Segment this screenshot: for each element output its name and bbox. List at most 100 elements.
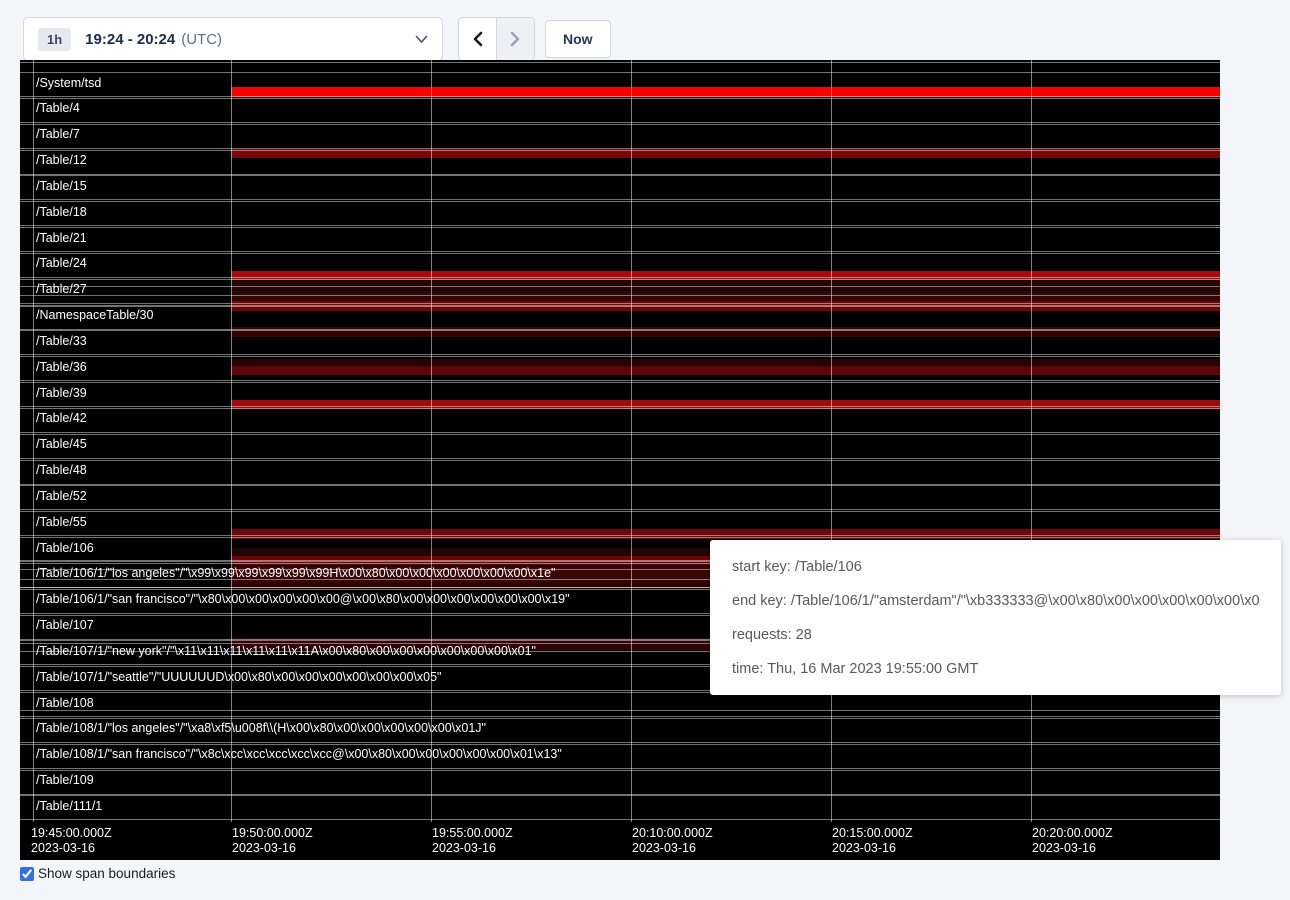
span-key-label: /Table/107 bbox=[36, 619, 94, 632]
span-boundary-line bbox=[20, 742, 1220, 743]
span-key-label: /Table/45 bbox=[36, 438, 87, 451]
span-key-label: /Table/33 bbox=[36, 335, 87, 348]
tooltip-end-key: end key: /Table/106/1/"amsterdam"/"\xb33… bbox=[732, 584, 1259, 618]
time-axis-tick: 19:50:00.000Z2023-03-16 bbox=[232, 826, 313, 856]
span-boundary-line bbox=[20, 279, 1220, 280]
span-boundary-line bbox=[20, 72, 1220, 73]
time-axis-tick: 20:15:00.000Z2023-03-16 bbox=[832, 826, 913, 856]
tick-time: 20:10:00.000Z bbox=[632, 826, 713, 841]
span-key-label: /System/tsd bbox=[36, 77, 101, 90]
span-key-label: /Table/106/1/"los angeles"/"\x99\x99\x99… bbox=[36, 567, 555, 580]
span-boundary-line bbox=[20, 710, 1220, 711]
span-key-label: /Table/24 bbox=[36, 257, 87, 270]
span-key-label: /Table/106 bbox=[36, 542, 94, 555]
key-visualizer-heatmap[interactable]: /System/tsd/Table/4/Table/7/Table/12/Tab… bbox=[20, 60, 1220, 860]
span-boundary-line bbox=[20, 201, 1220, 202]
time-range-label: 19:24 - 20:24 bbox=[85, 31, 175, 48]
time-column-boundary-line bbox=[1031, 60, 1032, 822]
show-span-boundaries-checkbox[interactable] bbox=[20, 867, 34, 881]
span-boundary-line bbox=[20, 356, 1220, 357]
span-key-label: /Table/4 bbox=[36, 102, 80, 115]
previous-window-button[interactable] bbox=[459, 18, 496, 60]
tick-date: 2023-03-16 bbox=[232, 841, 313, 856]
span-boundary-line bbox=[20, 62, 1220, 63]
time-axis-tick: 19:45:00.000Z2023-03-16 bbox=[31, 826, 112, 856]
show-span-boundaries-label: Show span boundaries bbox=[38, 866, 175, 881]
span-boundary-line bbox=[20, 537, 1220, 538]
span-boundary-line bbox=[20, 199, 1220, 200]
span-boundary-line bbox=[20, 485, 1220, 486]
span-key-label: /Table/18 bbox=[36, 206, 87, 219]
span-boundary-line bbox=[20, 795, 1220, 796]
span-boundary-line bbox=[20, 460, 1220, 461]
span-boundary-line bbox=[20, 511, 1220, 512]
tick-date: 2023-03-16 bbox=[1032, 841, 1113, 856]
span-key-label: /Table/108/1/"los angeles"/"\xa8\xf5\u00… bbox=[36, 722, 486, 735]
span-key-label: /Table/36 bbox=[36, 361, 87, 374]
tick-time: 20:15:00.000Z bbox=[832, 826, 913, 841]
span-boundary-line bbox=[20, 286, 1220, 287]
span-boundary-line bbox=[20, 253, 1220, 254]
tick-time: 19:55:00.000Z bbox=[432, 826, 513, 841]
heatmap-hot-band bbox=[231, 366, 1220, 375]
span-boundary-line bbox=[20, 98, 1220, 99]
span-key-label: /NamespaceTable/30 bbox=[36, 309, 153, 322]
time-range-duration-badge: 1h bbox=[38, 28, 71, 51]
time-range-dropdown[interactable]: 1h 19:24 - 20:24 (UTC) bbox=[23, 17, 443, 61]
span-boundary-line bbox=[20, 330, 1220, 331]
time-column-boundary-line bbox=[631, 60, 632, 822]
span-key-label: /Table/21 bbox=[36, 232, 87, 245]
tick-date: 2023-03-16 bbox=[432, 841, 513, 856]
tick-time: 19:45:00.000Z bbox=[31, 826, 112, 841]
span-key-label: /Table/7 bbox=[36, 128, 80, 141]
span-boundaries-control: Show span boundaries bbox=[20, 866, 175, 881]
time-column-boundary-line bbox=[431, 60, 432, 822]
span-boundary-line bbox=[20, 509, 1220, 510]
tooltip-requests: requests: 28 bbox=[732, 618, 1259, 652]
span-key-label: /Table/108 bbox=[36, 697, 94, 710]
heatmap-hot-band bbox=[231, 359, 1220, 367]
span-boundary-line bbox=[20, 382, 1220, 383]
tick-date: 2023-03-16 bbox=[832, 841, 913, 856]
span-boundary-line bbox=[20, 175, 1220, 176]
now-button[interactable]: Now bbox=[545, 20, 611, 58]
span-boundary-line bbox=[20, 744, 1220, 745]
span-key-label: /Table/107/1/"new york"/"\x11\x11\x11\x1… bbox=[36, 645, 536, 658]
tick-date: 2023-03-16 bbox=[31, 841, 112, 856]
time-axis-tick: 19:55:00.000Z2023-03-16 bbox=[432, 826, 513, 856]
span-boundary-line bbox=[20, 434, 1220, 435]
span-key-label: /Table/12 bbox=[36, 154, 87, 167]
span-boundary-line bbox=[20, 770, 1220, 771]
span-key-label: /Table/55 bbox=[36, 516, 87, 529]
time-window-nav bbox=[458, 17, 535, 61]
time-column-boundary-line bbox=[33, 60, 34, 822]
span-key-label: /Table/108/1/"san francisco"/"\x8c\xcc\x… bbox=[36, 748, 562, 761]
span-key-label: /Table/42 bbox=[36, 412, 87, 425]
tick-time: 20:20:00.000Z bbox=[1032, 826, 1113, 841]
time-range-zone: (UTC) bbox=[181, 31, 222, 48]
span-key-label: /Table/39 bbox=[36, 387, 87, 400]
span-boundary-line bbox=[20, 819, 1220, 820]
tooltip-time: time: Thu, 16 Mar 2023 19:55:00 GMT bbox=[732, 652, 1259, 686]
span-key-label: /Table/109 bbox=[36, 774, 94, 787]
time-axis-tick: 20:20:00.000Z2023-03-16 bbox=[1032, 826, 1113, 856]
chevron-down-icon bbox=[415, 35, 428, 44]
span-key-label: /Table/111/1 bbox=[36, 800, 102, 813]
span-boundary-line bbox=[20, 408, 1220, 409]
span-key-label: /Table/48 bbox=[36, 464, 87, 477]
span-key-label: /Table/15 bbox=[36, 180, 87, 193]
hover-tooltip: start key: /Table/106 end key: /Table/10… bbox=[710, 540, 1281, 695]
span-boundary-line bbox=[20, 295, 1220, 296]
span-boundary-line bbox=[20, 306, 1220, 307]
span-key-label: /Table/107/1/"seattle"/"UUUUUUD\x00\x80\… bbox=[36, 671, 441, 684]
time-column-boundary-line bbox=[831, 60, 832, 822]
tooltip-start-key: start key: /Table/106 bbox=[732, 550, 1259, 584]
span-boundary-line bbox=[20, 277, 1220, 278]
span-boundary-line bbox=[20, 432, 1220, 433]
span-key-label: /Table/106/1/"san francisco"/"\x80\x00\x… bbox=[36, 593, 570, 606]
time-axis-tick: 20:10:00.000Z2023-03-16 bbox=[632, 826, 713, 856]
next-window-button[interactable] bbox=[496, 18, 534, 60]
tick-time: 19:50:00.000Z bbox=[232, 826, 313, 841]
span-boundary-line bbox=[20, 718, 1220, 719]
span-boundary-line bbox=[20, 227, 1220, 228]
